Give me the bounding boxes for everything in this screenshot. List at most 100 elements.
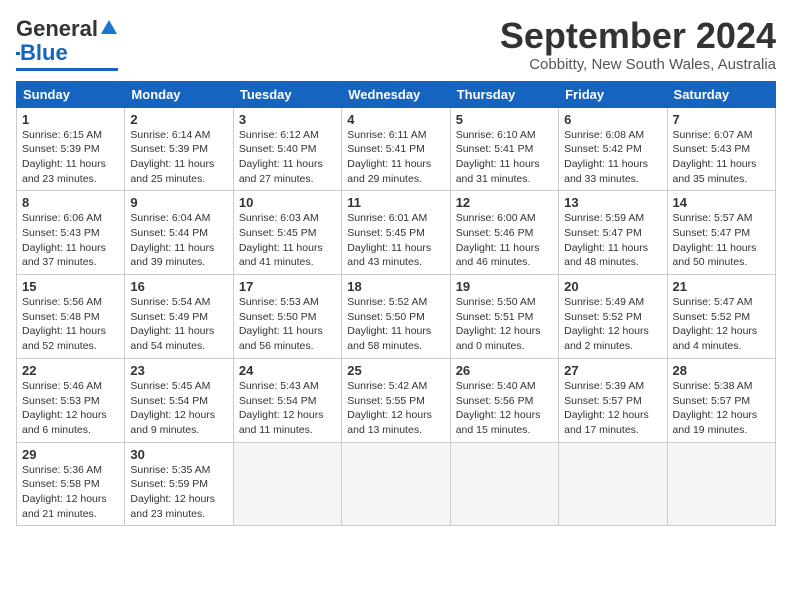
day-number: 1 [22,112,119,127]
day-info: Sunrise: 5:42 AM Sunset: 5:55 PM Dayligh… [347,379,444,438]
calendar-day-cell: 27Sunrise: 5:39 AM Sunset: 5:57 PM Dayli… [559,358,667,442]
day-info: Sunrise: 6:14 AM Sunset: 5:39 PM Dayligh… [130,128,227,187]
day-info: Sunrise: 6:07 AM Sunset: 5:43 PM Dayligh… [673,128,770,187]
day-info: Sunrise: 5:35 AM Sunset: 5:59 PM Dayligh… [130,463,227,522]
calendar-body: 1Sunrise: 6:15 AM Sunset: 5:39 PM Daylig… [17,107,776,526]
day-number: 10 [239,195,336,210]
calendar-day-cell: 4Sunrise: 6:11 AM Sunset: 5:41 PM Daylig… [342,107,450,191]
day-number: 21 [673,279,770,294]
calendar-day-cell: 14Sunrise: 5:57 AM Sunset: 5:47 PM Dayli… [667,191,775,275]
calendar-day-header: Thursday [450,81,558,107]
day-info: Sunrise: 5:53 AM Sunset: 5:50 PM Dayligh… [239,295,336,354]
calendar-day-cell: 26Sunrise: 5:40 AM Sunset: 5:56 PM Dayli… [450,358,558,442]
calendar-day-header: Tuesday [233,81,341,107]
calendar-day-header: Sunday [17,81,125,107]
day-number: 3 [239,112,336,127]
day-number: 9 [130,195,227,210]
day-number: 24 [239,363,336,378]
calendar-day-cell: 10Sunrise: 6:03 AM Sunset: 5:45 PM Dayli… [233,191,341,275]
calendar-day-cell: 6Sunrise: 6:08 AM Sunset: 5:42 PM Daylig… [559,107,667,191]
calendar-day-header: Wednesday [342,81,450,107]
calendar-subtitle: Cobbitty, New South Wales, Australia [500,56,776,73]
calendar-week-row: 29Sunrise: 5:36 AM Sunset: 5:58 PM Dayli… [17,442,776,526]
day-info: Sunrise: 5:45 AM Sunset: 5:54 PM Dayligh… [130,379,227,438]
calendar-day-cell: 17Sunrise: 5:53 AM Sunset: 5:50 PM Dayli… [233,275,341,359]
day-info: Sunrise: 5:50 AM Sunset: 5:51 PM Dayligh… [456,295,553,354]
calendar-day-cell [233,442,341,526]
day-info: Sunrise: 6:04 AM Sunset: 5:44 PM Dayligh… [130,211,227,270]
day-info: Sunrise: 5:46 AM Sunset: 5:53 PM Dayligh… [22,379,119,438]
day-info: Sunrise: 6:00 AM Sunset: 5:46 PM Dayligh… [456,211,553,270]
logo-triangle-icon [100,18,118,36]
calendar-day-cell: 2Sunrise: 6:14 AM Sunset: 5:39 PM Daylig… [125,107,233,191]
calendar-day-cell: 19Sunrise: 5:50 AM Sunset: 5:51 PM Dayli… [450,275,558,359]
day-number: 28 [673,363,770,378]
calendar-day-cell: 25Sunrise: 5:42 AM Sunset: 5:55 PM Dayli… [342,358,450,442]
day-info: Sunrise: 5:47 AM Sunset: 5:52 PM Dayligh… [673,295,770,354]
day-info: Sunrise: 6:12 AM Sunset: 5:40 PM Dayligh… [239,128,336,187]
day-number: 16 [130,279,227,294]
day-number: 27 [564,363,661,378]
day-number: 30 [130,447,227,462]
day-number: 26 [456,363,553,378]
day-info: Sunrise: 5:38 AM Sunset: 5:57 PM Dayligh… [673,379,770,438]
calendar-day-cell [450,442,558,526]
logo: General Blue [16,16,118,71]
calendar-day-cell: 24Sunrise: 5:43 AM Sunset: 5:54 PM Dayli… [233,358,341,442]
calendar-day-header: Saturday [667,81,775,107]
calendar-day-cell: 18Sunrise: 5:52 AM Sunset: 5:50 PM Dayli… [342,275,450,359]
day-info: Sunrise: 6:01 AM Sunset: 5:45 PM Dayligh… [347,211,444,270]
calendar-day-cell: 23Sunrise: 5:45 AM Sunset: 5:54 PM Dayli… [125,358,233,442]
day-number: 11 [347,195,444,210]
calendar-day-cell: 12Sunrise: 6:00 AM Sunset: 5:46 PM Dayli… [450,191,558,275]
calendar-day-cell: 11Sunrise: 6:01 AM Sunset: 5:45 PM Dayli… [342,191,450,275]
day-number: 12 [456,195,553,210]
day-number: 14 [673,195,770,210]
day-number: 15 [22,279,119,294]
calendar-day-cell: 29Sunrise: 5:36 AM Sunset: 5:58 PM Dayli… [17,442,125,526]
calendar-header-row: SundayMondayTuesdayWednesdayThursdayFrid… [17,81,776,107]
calendar-week-row: 15Sunrise: 5:56 AM Sunset: 5:48 PM Dayli… [17,275,776,359]
day-number: 13 [564,195,661,210]
calendar-week-row: 22Sunrise: 5:46 AM Sunset: 5:53 PM Dayli… [17,358,776,442]
day-info: Sunrise: 5:49 AM Sunset: 5:52 PM Dayligh… [564,295,661,354]
day-number: 23 [130,363,227,378]
day-info: Sunrise: 6:15 AM Sunset: 5:39 PM Dayligh… [22,128,119,187]
day-number: 17 [239,279,336,294]
calendar-week-row: 1Sunrise: 6:15 AM Sunset: 5:39 PM Daylig… [17,107,776,191]
logo-text-general: General [16,16,98,42]
day-info: Sunrise: 5:39 AM Sunset: 5:57 PM Dayligh… [564,379,661,438]
day-number: 19 [456,279,553,294]
day-number: 18 [347,279,444,294]
day-info: Sunrise: 5:59 AM Sunset: 5:47 PM Dayligh… [564,211,661,270]
calendar-day-cell: 7Sunrise: 6:07 AM Sunset: 5:43 PM Daylig… [667,107,775,191]
day-number: 5 [456,112,553,127]
day-info: Sunrise: 5:56 AM Sunset: 5:48 PM Dayligh… [22,295,119,354]
day-number: 25 [347,363,444,378]
calendar-day-header: Friday [559,81,667,107]
calendar-table: SundayMondayTuesdayWednesdayThursdayFrid… [16,81,776,527]
day-number: 2 [130,112,227,127]
calendar-day-cell: 30Sunrise: 5:35 AM Sunset: 5:59 PM Dayli… [125,442,233,526]
day-info: Sunrise: 5:54 AM Sunset: 5:49 PM Dayligh… [130,295,227,354]
day-number: 8 [22,195,119,210]
day-info: Sunrise: 6:10 AM Sunset: 5:41 PM Dayligh… [456,128,553,187]
day-number: 4 [347,112,444,127]
calendar-day-cell [559,442,667,526]
calendar-day-cell: 5Sunrise: 6:10 AM Sunset: 5:41 PM Daylig… [450,107,558,191]
day-info: Sunrise: 5:52 AM Sunset: 5:50 PM Dayligh… [347,295,444,354]
calendar-week-row: 8Sunrise: 6:06 AM Sunset: 5:43 PM Daylig… [17,191,776,275]
calendar-day-cell: 28Sunrise: 5:38 AM Sunset: 5:57 PM Dayli… [667,358,775,442]
calendar-day-cell: 15Sunrise: 5:56 AM Sunset: 5:48 PM Dayli… [17,275,125,359]
calendar-day-cell: 1Sunrise: 6:15 AM Sunset: 5:39 PM Daylig… [17,107,125,191]
calendar-day-cell: 3Sunrise: 6:12 AM Sunset: 5:40 PM Daylig… [233,107,341,191]
day-info: Sunrise: 5:40 AM Sunset: 5:56 PM Dayligh… [456,379,553,438]
day-number: 20 [564,279,661,294]
day-info: Sunrise: 6:06 AM Sunset: 5:43 PM Dayligh… [22,211,119,270]
calendar-day-cell [342,442,450,526]
day-info: Sunrise: 6:11 AM Sunset: 5:41 PM Dayligh… [347,128,444,187]
day-number: 7 [673,112,770,127]
calendar-day-cell: 22Sunrise: 5:46 AM Sunset: 5:53 PM Dayli… [17,358,125,442]
day-number: 6 [564,112,661,127]
day-info: Sunrise: 5:43 AM Sunset: 5:54 PM Dayligh… [239,379,336,438]
